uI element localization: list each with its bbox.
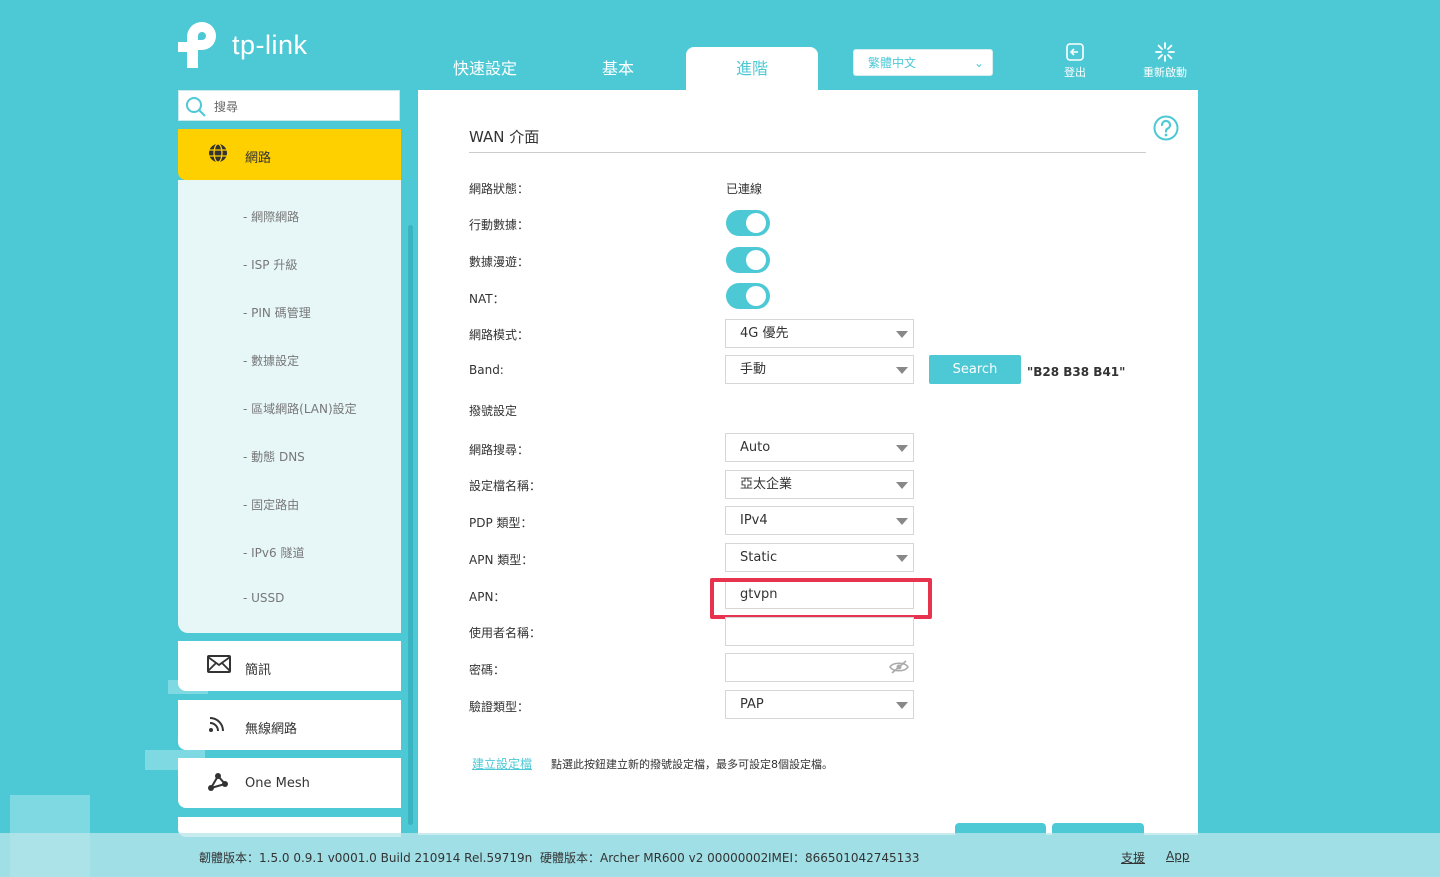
brand-name: tp-link [232,29,308,60]
data-roaming-toggle[interactable] [726,247,770,273]
firmware-version: 韌體版本：1.5.0 0.9.1 v0001.0 Build 210914 Re… [199,851,533,865]
search-placeholder: 搜尋 [214,100,239,114]
apn-label: APN： [469,590,506,604]
network-submenu: - 網際網路 - ISP 升級 - PIN 碼管理 - 數據設定 - 區域網路(… [178,180,401,633]
mobile-data-toggle[interactable] [726,210,770,236]
username-input[interactable] [725,617,914,646]
network-search-select[interactable]: Auto [725,433,914,462]
submenu-item-data-settings[interactable]: - 數據設定 [243,352,299,369]
search-icon [186,97,206,117]
main-panel [418,90,1198,835]
password-input[interactable] [725,653,914,682]
network-mode-label: 網路模式： [469,328,530,342]
reboot-label: 重新啟動 [1143,66,1187,79]
apn-type-value: Static [740,550,778,565]
section-title: WAN 介面 [469,128,540,146]
nat-toggle[interactable] [726,283,770,309]
data-roaming-label: 數據漫遊： [469,255,530,269]
help-icon[interactable] [1153,115,1179,141]
pdp-type-value: IPv4 [740,513,768,528]
band-search-button[interactable]: Search [929,355,1021,384]
section-divider [469,152,1146,153]
reboot-icon [1155,42,1175,62]
password-label: 密碼： [469,663,506,677]
create-profile-link[interactable]: 建立設定檔 [472,755,532,772]
globe-icon [209,143,227,163]
dial-settings-title: 撥號設定 [469,404,518,418]
tp-link-logo: tp-link [178,20,308,70]
submenu-item-dynamic-dns[interactable]: - 動態 DNS [243,448,305,465]
band-note: "B28 B38 B41" [1027,365,1126,379]
band-label: Band: [469,363,504,377]
network-status-label: 網路狀態： [469,182,530,196]
username-label: 使用者名稱： [469,626,542,640]
mobile-data-label: 行動數據： [469,218,530,232]
submenu-item-ipv6-tunnel[interactable]: - IPv6 隧道 [243,544,304,561]
auth-type-label: 驗證類型： [469,700,530,714]
imei: IMEI：866501042745133 [768,851,920,865]
caret-down-icon [896,555,908,562]
submenu-item-static-routing[interactable]: - 固定路由 [243,496,299,513]
sidebar-item-label: 簡訊 [245,663,272,678]
sidebar-item-wireless[interactable]: 無線網路 [178,700,401,750]
network-mode-select[interactable]: 4G 優先 [725,319,914,348]
tab-advanced[interactable]: 進階 [686,47,818,90]
envelope-icon [207,655,231,673]
reboot-button[interactable]: 重新啟動 [1130,40,1200,80]
nat-label: NAT： [469,292,505,306]
network-mode-value: 4G 優先 [740,326,789,341]
caret-down-icon [896,331,908,338]
caret-down-icon [896,518,908,525]
submenu-item-ussd[interactable]: - USSD [243,591,284,605]
logout-label: 登出 [1064,66,1086,79]
band-value: 手動 [740,362,767,377]
mesh-icon [208,773,228,791]
submenu-item-pin-management[interactable]: - PIN 碼管理 [243,304,311,321]
footer-bar: 韌體版本：1.5.0 0.9.1 v0001.0 Build 210914 Re… [0,833,1440,877]
tp-link-logo-mark-icon [178,21,216,69]
pdp-type-label: PDP 類型： [469,516,533,530]
wireless-icon [209,717,224,732]
language-value: 繁體中文 [868,56,917,70]
tab-quick-setup[interactable]: 快速設定 [419,47,551,90]
profile-name-label: 設定檔名稱： [469,479,542,493]
support-link[interactable]: 支援 [1121,849,1145,866]
network-search-value: Auto [740,440,771,455]
sidebar-item-onemesh[interactable]: One Mesh [178,758,401,808]
submenu-item-isp-upgrade[interactable]: - ISP 升級 [243,256,297,273]
caret-down-icon [896,702,908,709]
language-select[interactable]: 繁體中文 ⌄ [853,49,993,76]
create-profile-note: 點選此按鈕建立新的撥號設定檔，最多可設定8個設定檔。 [551,758,833,771]
profile-name-select[interactable]: 亞太企業 [725,470,914,499]
hardware-version: 硬體版本：Archer MR600 v2 00000002 [540,851,769,865]
sidebar-scrollbar[interactable] [408,225,413,825]
apn-highlight-box [710,578,932,619]
sidebar-item-label: 無線網路 [245,722,298,737]
sidebar-search-input[interactable]: 搜尋 [178,90,400,121]
band-select[interactable]: 手動 [725,355,914,384]
caret-down-icon [896,367,908,374]
logout-icon [1066,43,1084,61]
sidebar-item-label: One Mesh [245,776,310,791]
apn-type-select[interactable]: Static [725,543,914,572]
sidebar-item-label: 網路 [245,151,272,166]
caret-down-icon [896,445,908,452]
submenu-item-lan-settings[interactable]: - 區域網路(LAN)設定 [243,400,357,417]
apn-type-label: APN 類型： [469,553,534,567]
auth-type-select[interactable]: PAP [725,690,914,719]
network-status-value: 已連線 [726,182,763,196]
sidebar-item-sms[interactable]: 簡訊 [178,641,401,691]
auth-type-value: PAP [740,697,764,712]
app-link[interactable]: App [1166,849,1189,863]
tab-basic[interactable]: 基本 [552,47,684,90]
caret-down-icon [896,482,908,489]
pdp-type-select[interactable]: IPv4 [725,506,914,535]
logout-button[interactable]: 登出 [1040,40,1110,80]
network-search-label: 網路搜尋： [469,443,530,457]
submenu-item-internet[interactable]: - 網際網路 [243,208,299,225]
chevron-down-icon: ⌄ [973,56,984,70]
profile-name-value: 亞太企業 [740,477,793,492]
sidebar-item-network[interactable]: 網路 [178,129,401,180]
eye-hidden-icon[interactable] [889,659,909,675]
